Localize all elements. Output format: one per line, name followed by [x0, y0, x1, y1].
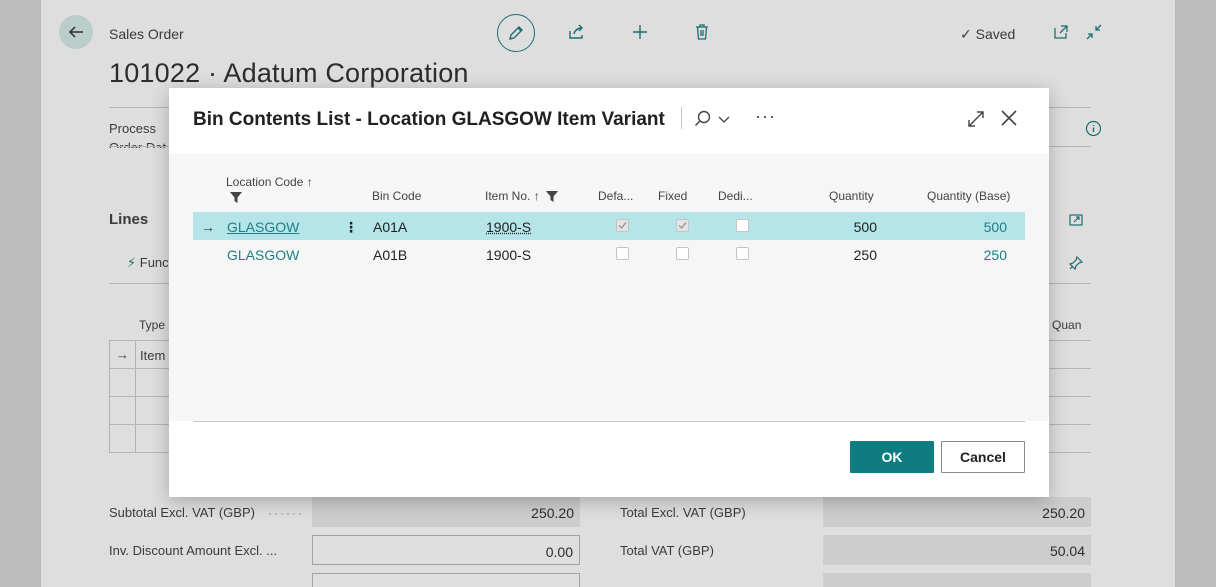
default-checkbox[interactable]	[616, 247, 629, 260]
chevron-down-icon	[717, 112, 731, 126]
item-no-cell[interactable]: 1900-S	[486, 219, 531, 235]
dedicated-checkbox[interactable]	[736, 247, 749, 260]
location-code-cell[interactable]: GLASGOW	[227, 247, 299, 263]
location-code-header[interactable]: Location Code ↑	[226, 175, 313, 189]
quantity-cell: 500	[793, 219, 877, 235]
quantity-cell: 250	[793, 247, 877, 263]
check-icon	[618, 221, 627, 230]
default-header[interactable]: Defa...	[598, 189, 633, 203]
item-no-header[interactable]: Item No. ↑	[485, 189, 540, 203]
cancel-button[interactable]: Cancel	[941, 441, 1025, 473]
quantity-header[interactable]: Quantity	[829, 189, 874, 203]
ok-button[interactable]: OK	[850, 441, 934, 473]
fixed-header[interactable]: Fixed	[658, 189, 687, 203]
table-row[interactable]: → GLASGOW ⋮ A01A 1900-S 500 500	[193, 212, 1025, 240]
more-options-button[interactable]: ···	[755, 106, 776, 127]
dedicated-checkbox[interactable]	[736, 219, 749, 232]
default-checkbox[interactable]	[616, 219, 629, 232]
dialog-body: Location Code ↑ Bin Code Item No. ↑ Defa…	[169, 154, 1049, 421]
fixed-checkbox[interactable]	[676, 247, 689, 260]
table-row[interactable]: GLASGOW A01B 1900-S 250 250	[193, 240, 1025, 268]
quantity-base-cell[interactable]: 500	[923, 219, 1007, 235]
close-icon	[999, 108, 1019, 128]
header-separator	[681, 107, 682, 129]
search-button[interactable]	[693, 108, 735, 130]
bin-contents-dialog: Bin Contents List - Location GLASGOW Ite…	[169, 88, 1049, 497]
row-arrow-icon: →	[201, 219, 215, 235]
dialog-title: Bin Contents List - Location GLASGOW Ite…	[193, 109, 665, 131]
expand-icon	[966, 109, 986, 129]
bin-code-header[interactable]: Bin Code	[372, 189, 421, 203]
expand-button[interactable]	[966, 109, 986, 129]
filter-icon	[546, 191, 558, 202]
ellipsis-icon: ···	[755, 106, 776, 126]
row-menu-button[interactable]: ⋮	[344, 219, 358, 236]
fixed-checkbox[interactable]	[676, 219, 689, 232]
dedicated-header[interactable]: Dedi...	[718, 189, 753, 203]
footer-divider	[193, 421, 1025, 422]
quantity-base-cell[interactable]: 250	[923, 247, 1007, 263]
check-icon	[678, 221, 687, 230]
location-code-cell[interactable]: GLASGOW	[227, 219, 299, 235]
sort-ascending-icon: ↑	[534, 189, 540, 203]
dialog-header: Bin Contents List - Location GLASGOW Ite…	[169, 88, 1049, 154]
quantity-base-header[interactable]: Quantity (Base)	[927, 189, 1010, 203]
close-button[interactable]	[999, 108, 1019, 128]
sort-ascending-icon: ↑	[307, 175, 313, 189]
vertical-ellipsis-icon: ⋮	[344, 219, 358, 235]
bin-code-cell[interactable]: A01B	[373, 247, 407, 263]
filter-icon	[230, 192, 242, 203]
search-icon	[693, 109, 713, 129]
item-no-cell[interactable]: 1900-S	[486, 247, 531, 263]
bin-code-cell[interactable]: A01A	[373, 219, 407, 235]
